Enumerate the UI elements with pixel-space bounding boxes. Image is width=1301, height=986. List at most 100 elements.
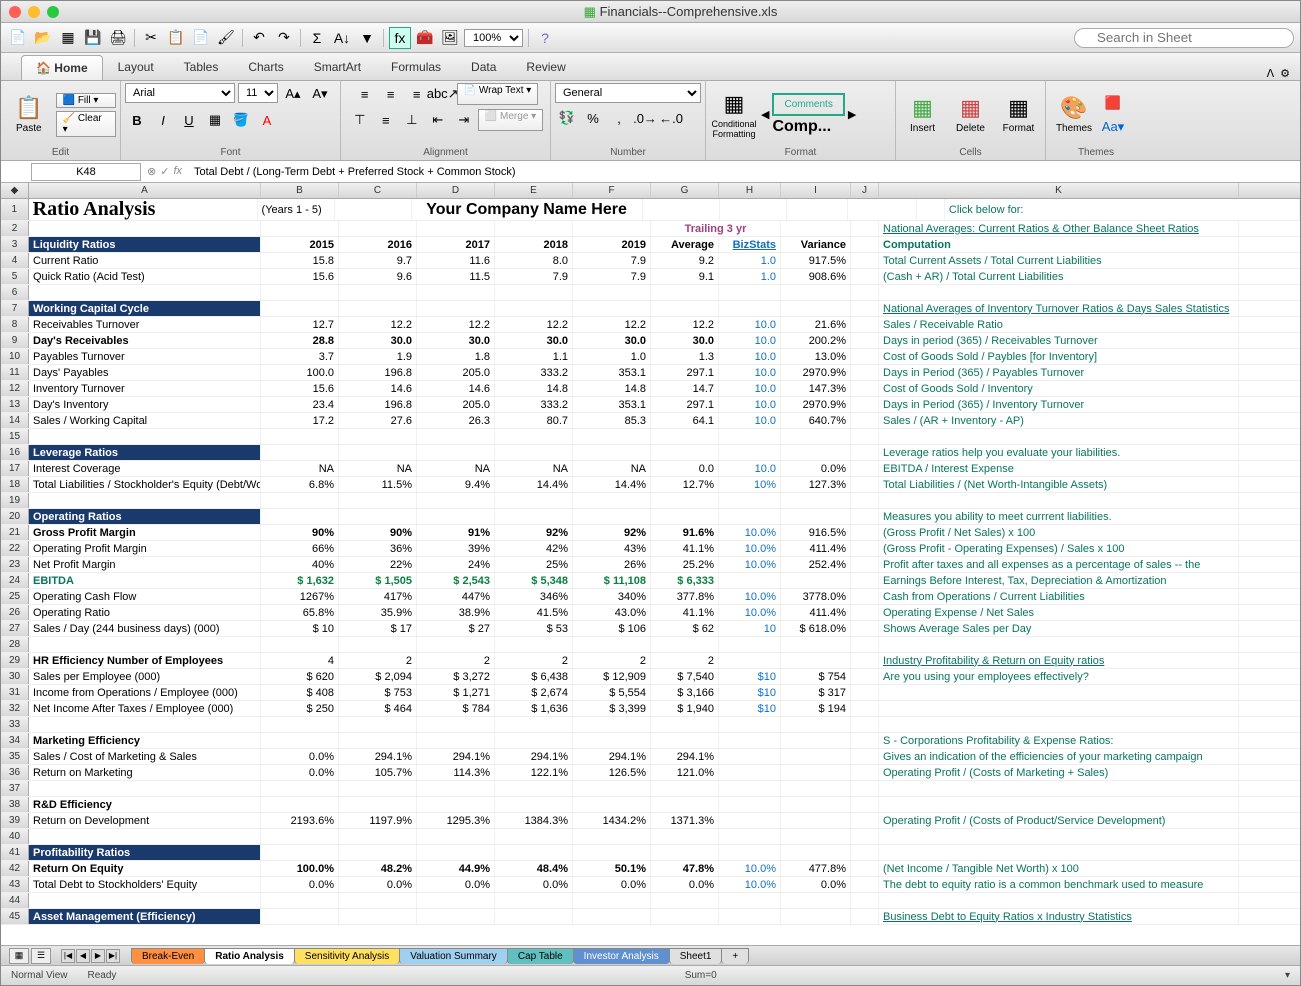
orientation-icon[interactable]: abc↗ [431,83,455,105]
first-sheet-icon[interactable]: |◀ [61,949,75,963]
cell[interactable] [781,221,851,236]
cell[interactable]: Operating Profit Margin [29,541,261,556]
row-header[interactable]: 16 [1,445,29,460]
cell[interactable] [495,285,573,300]
cell[interactable]: 27.6 [339,413,417,428]
row-header[interactable]: 45 [1,909,29,924]
cell[interactable]: $ 408 [261,685,339,700]
cell[interactable]: 43.0% [573,605,651,620]
cell[interactable] [851,381,879,396]
cell[interactable]: 10.0 [719,413,781,428]
cell[interactable] [719,797,781,812]
cell[interactable] [261,493,339,508]
cell[interactable]: 1.8 [417,349,495,364]
cell[interactable] [781,637,851,652]
cell[interactable] [879,685,1239,700]
cell[interactable]: 10.0 [719,381,781,396]
cell[interactable]: NA [573,461,651,476]
cell[interactable]: $ 62 [651,621,719,636]
cell[interactable] [851,365,879,380]
cell[interactable]: 3.7 [261,349,339,364]
collapse-ribbon-icon[interactable]: ᐱ [1267,67,1275,80]
cell[interactable] [417,781,495,796]
new-icon[interactable]: 📄 [7,27,29,49]
cell[interactable] [573,797,651,812]
cell[interactable] [851,861,879,876]
cell[interactable] [851,349,879,364]
cell[interactable]: Day's Receivables [29,333,261,348]
cell[interactable]: 297.1 [651,365,719,380]
row-header[interactable]: 18 [1,477,29,492]
cell[interactable] [573,509,651,524]
cell[interactable]: 14.8 [495,381,573,396]
cell[interactable] [719,285,781,300]
align-right-icon[interactable]: ≡ [405,83,429,105]
cell[interactable] [851,685,879,700]
row-header[interactable]: 29 [1,653,29,668]
cell[interactable]: $ 620 [261,669,339,684]
cell[interactable] [29,829,261,844]
cell[interactable] [261,285,339,300]
cell[interactable]: Computation [879,237,1239,252]
search-input[interactable] [1074,28,1294,48]
row-header[interactable]: 26 [1,605,29,620]
cell[interactable]: 916.5% [781,525,851,540]
cell[interactable]: 10.0 [719,461,781,476]
cell[interactable] [29,717,261,732]
cell[interactable] [573,781,651,796]
cell[interactable]: 9.1 [651,269,719,284]
cell[interactable]: Gives an indication of the efficiencies … [879,749,1239,764]
cell[interactable] [851,221,879,236]
comma-icon[interactable]: , [607,107,631,129]
font-size-select[interactable]: 11 [238,83,278,103]
cell[interactable]: Income from Operations / Employee (000) [29,685,261,700]
cell[interactable]: 12.2 [417,317,495,332]
cell[interactable] [781,717,851,732]
row-header[interactable]: 6 [1,285,29,300]
cell[interactable] [917,199,945,220]
cell[interactable]: 42% [495,541,573,556]
row-header[interactable]: 39 [1,813,29,828]
cell[interactable]: 126.5% [573,765,651,780]
cell[interactable] [339,637,417,652]
cell[interactable]: 100.0 [261,365,339,380]
row-header[interactable]: 9 [1,333,29,348]
cell[interactable] [261,509,339,524]
cell[interactable]: Sales / Receivable Ratio [879,317,1239,332]
cut-icon[interactable]: ✂ [140,27,162,49]
cell[interactable]: Days in period (365) / Receivables Turno… [879,333,1239,348]
cell[interactable]: 10.0 [719,397,781,412]
cell[interactable]: $ 7,540 [651,669,719,684]
cell[interactable]: 100.0% [261,861,339,876]
row-header[interactable]: 40 [1,829,29,844]
cell[interactable]: 2015 [261,237,339,252]
decrease-font-icon[interactable]: A▾ [308,83,332,105]
cell[interactable] [851,605,879,620]
cancel-formula-icon[interactable]: ⊗ [147,165,156,178]
cell[interactable] [719,493,781,508]
page-layout-view-icon[interactable]: ☰ [31,948,51,964]
cell[interactable] [417,717,495,732]
paste-button[interactable]: 📋Paste [5,87,53,143]
cell[interactable]: Earnings Before Interest, Tax, Depreciat… [879,573,1239,588]
cell[interactable] [573,733,651,748]
align-left-icon[interactable]: ≡ [353,83,377,105]
cell[interactable]: 0.0% [781,461,851,476]
tab-smartart[interactable]: SmartArt [299,54,376,80]
cell[interactable] [781,653,851,668]
close-window[interactable] [9,6,21,18]
cell[interactable]: 1.0 [719,269,781,284]
cell[interactable]: 417% [339,589,417,604]
cell[interactable] [851,493,879,508]
cell[interactable] [339,301,417,316]
cell[interactable] [720,199,787,220]
cell[interactable]: 0.0% [261,765,339,780]
cell[interactable] [851,637,879,652]
cell[interactable]: 12.7 [261,317,339,332]
cell[interactable]: Sales / (AR + Inventory - AP) [879,413,1239,428]
cell[interactable]: Average [651,237,719,252]
decrease-decimal-icon[interactable]: ←.0 [659,107,683,129]
cell[interactable]: 21.6% [781,317,851,332]
tab-tables[interactable]: Tables [169,54,234,80]
cell[interactable] [651,445,719,460]
